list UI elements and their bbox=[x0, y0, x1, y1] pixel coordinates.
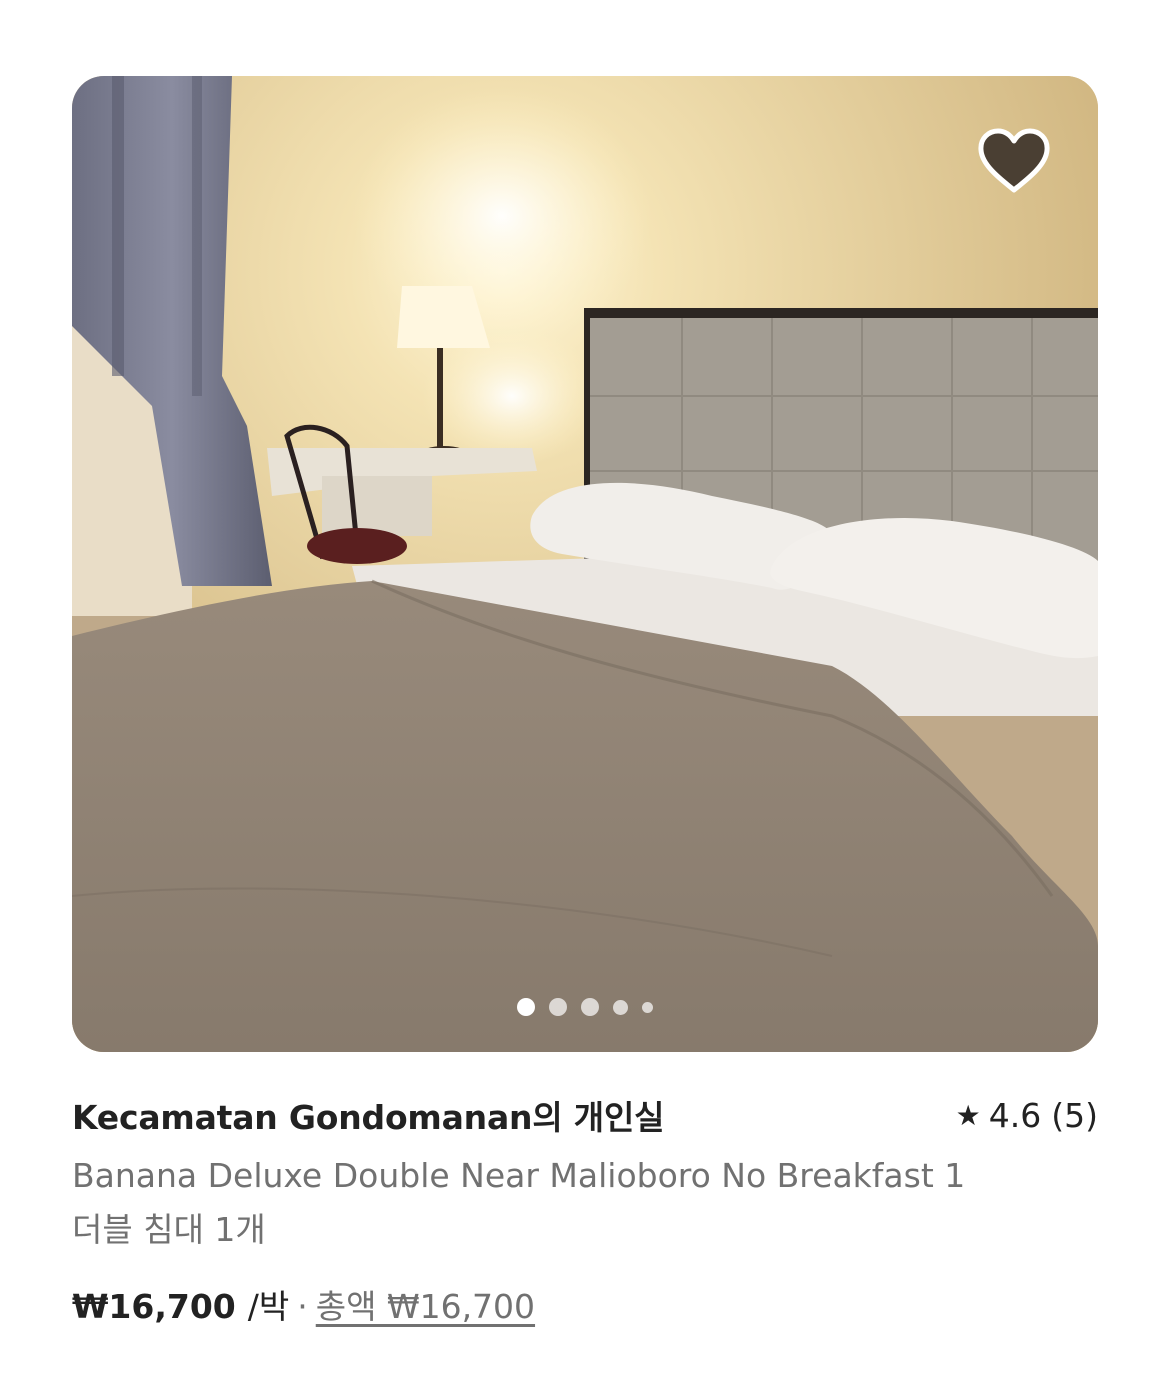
listing-info: Kecamatan Gondomanan의 개인실 ★ 4.6 (5) Bana… bbox=[72, 1090, 1098, 1328]
rating: ★ 4.6 (5) bbox=[956, 1096, 1098, 1135]
price-row: ₩16,700 /박 · 총액 ₩16,700 bbox=[72, 1280, 1098, 1328]
carousel-dot[interactable] bbox=[581, 998, 599, 1016]
carousel-dot[interactable] bbox=[613, 999, 628, 1015]
listing-title: Kecamatan Gondomanan의 개인실 bbox=[72, 1098, 665, 1137]
carousel-dot[interactable] bbox=[642, 1001, 653, 1013]
heart-icon bbox=[978, 128, 1050, 193]
favorite-button[interactable] bbox=[976, 126, 1052, 196]
bedroom-photo bbox=[72, 76, 1098, 1052]
title-row: Kecamatan Gondomanan의 개인실 ★ 4.6 (5) bbox=[72, 1090, 1098, 1140]
carousel-dot[interactable] bbox=[517, 998, 535, 1016]
review-count: (5) bbox=[1051, 1095, 1098, 1135]
star-icon: ★ bbox=[955, 1098, 981, 1132]
listing-photo[interactable] bbox=[72, 76, 1098, 1052]
listing-card[interactable]: Kecamatan Gondomanan의 개인실 ★ 4.6 (5) Bana… bbox=[72, 76, 1098, 1328]
price-separator: · bbox=[297, 1287, 308, 1326]
bed-info: 더블 침대 1개 bbox=[72, 1210, 266, 1249]
per-night-label: /박 bbox=[247, 1287, 290, 1326]
carousel-dot[interactable] bbox=[549, 998, 567, 1016]
total-price-link[interactable]: 총액 ₩16,700 bbox=[316, 1280, 535, 1328]
listing-subtitle: Banana Deluxe Double Near Malioboro No B… bbox=[72, 1156, 966, 1195]
nightly-price: ₩16,700 bbox=[72, 1287, 236, 1326]
carousel-indicator bbox=[72, 998, 1098, 1016]
rating-value: 4.6 bbox=[988, 1095, 1042, 1135]
